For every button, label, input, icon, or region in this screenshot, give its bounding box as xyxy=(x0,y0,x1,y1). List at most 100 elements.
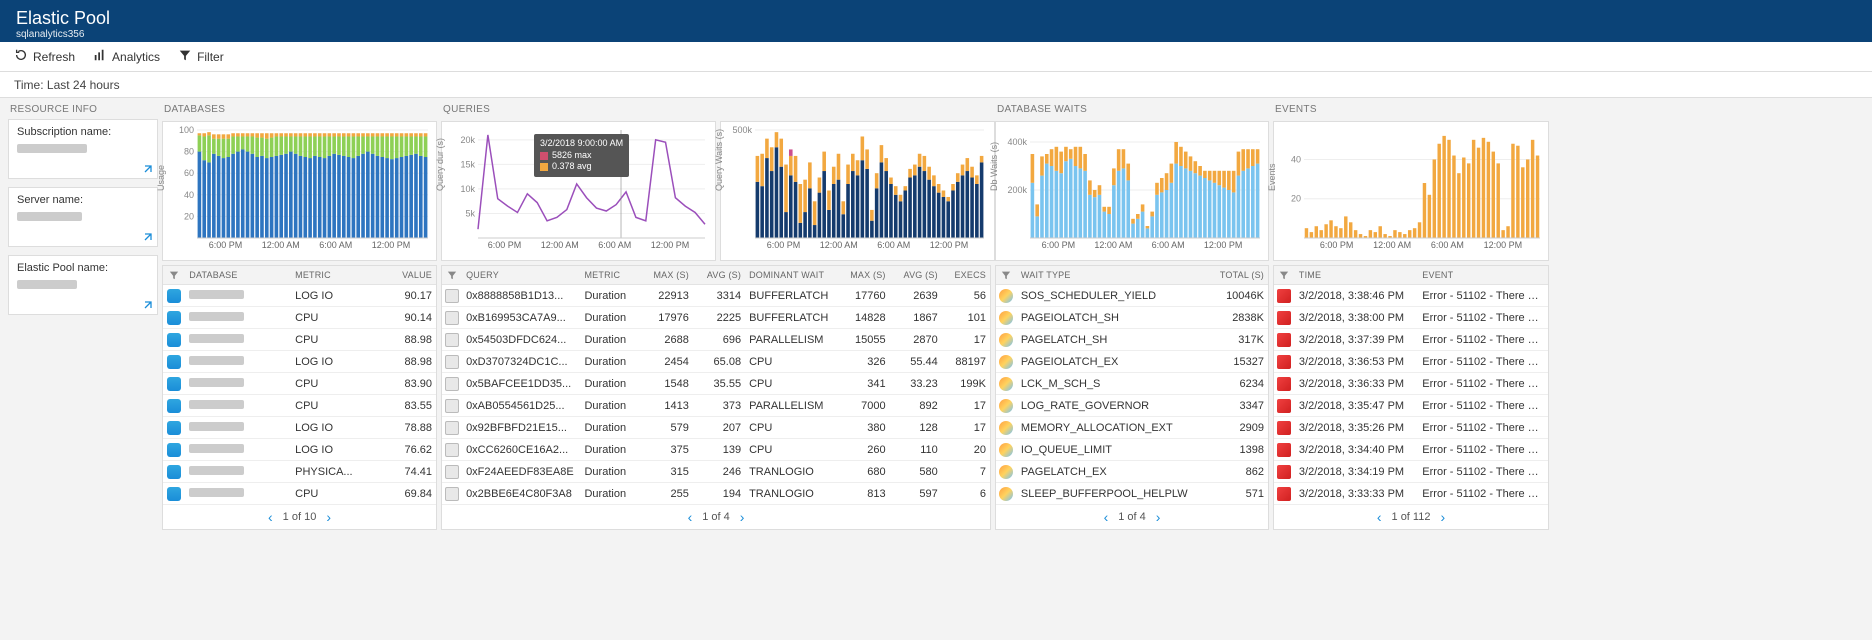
table-row[interactable]: 0xF24AEEDF83EA8E Duration 315 246 TRANLO… xyxy=(442,461,990,483)
filter-label: Filter xyxy=(197,50,224,64)
chart-tooltip: 3/2/2018 9:00:00 AM 5826 max 0.378 avg xyxy=(534,134,629,177)
redacted-db-name xyxy=(189,378,244,387)
open-external-icon[interactable] xyxy=(141,162,155,176)
queries-duration-chart[interactable]: 5k10k15k20k 6:00 PM12:00 AM6:00 AM12:00 … xyxy=(441,121,716,261)
table-row[interactable]: 3/2/2018, 3:33:33 PM Error - 51102 - The… xyxy=(1274,483,1548,505)
redacted-value xyxy=(17,280,77,289)
database-icon xyxy=(167,465,181,479)
event-icon xyxy=(1277,289,1291,303)
table-row[interactable]: PAGELATCH_EX 862 xyxy=(996,461,1268,483)
refresh-button[interactable]: Refresh xyxy=(14,48,75,65)
table-row[interactable]: CPU 69.84 xyxy=(163,483,436,505)
table-row[interactable]: 3/2/2018, 3:36:33 PM Error - 51102 - The… xyxy=(1274,373,1548,395)
events-chart[interactable]: 2040 6:00 PM12:00 AM6:00 AM12:00 PM Even… xyxy=(1273,121,1549,261)
events-pager-text: 1 of 112 xyxy=(1392,511,1431,523)
open-external-icon[interactable] xyxy=(141,298,155,312)
table-row[interactable]: PHYSICA... 74.41 xyxy=(163,461,436,483)
next-page-icon[interactable]: › xyxy=(326,509,331,525)
table-row[interactable]: LCK_M_SCH_S 6234 xyxy=(996,373,1268,395)
metric-cell: Duration xyxy=(580,417,640,439)
table-row[interactable]: 3/2/2018, 3:38:46 PM Error - 51102 - The… xyxy=(1274,285,1548,307)
wait-total-cell: 571 xyxy=(1195,483,1268,505)
next-page-icon[interactable]: › xyxy=(1440,509,1445,525)
table-row[interactable]: 3/2/2018, 3:36:53 PM Error - 51102 - The… xyxy=(1274,351,1548,373)
event-text-cell: Error - 51102 - There are n... xyxy=(1418,395,1548,417)
next-page-icon[interactable]: › xyxy=(740,509,745,525)
table-row[interactable]: LOG IO 76.62 xyxy=(163,439,436,461)
prev-page-icon[interactable]: ‹ xyxy=(688,509,693,525)
database-icon xyxy=(167,377,181,391)
wait-icon xyxy=(999,355,1013,369)
table-row[interactable]: 0x5BAFCEE1DD35... Duration 1548 35.55 CP… xyxy=(442,373,990,395)
table-row[interactable]: 0xCC6260CE16A2... Duration 375 139 CPU 2… xyxy=(442,439,990,461)
table-row[interactable]: CPU 90.14 xyxy=(163,307,436,329)
table-row[interactable]: CPU 83.55 xyxy=(163,395,436,417)
resource-card[interactable]: Server name: xyxy=(8,187,158,247)
table-row[interactable]: PAGELATCH_SH 317K xyxy=(996,329,1268,351)
table-row[interactable]: IO_QUEUE_LIMIT 1398 xyxy=(996,439,1268,461)
table-row[interactable]: MEMORY_ALLOCATION_EXT 2909 xyxy=(996,417,1268,439)
prev-page-icon[interactable]: ‹ xyxy=(268,509,273,525)
value-cell: 83.55 xyxy=(375,395,436,417)
table-row[interactable]: 3/2/2018, 3:34:19 PM Error - 51102 - The… xyxy=(1274,461,1548,483)
event-icon xyxy=(1277,333,1291,347)
table-row[interactable]: 3/2/2018, 3:34:40 PM Error - 51102 - The… xyxy=(1274,439,1548,461)
event-icon xyxy=(1277,399,1291,413)
table-row[interactable]: SOS_SCHEDULER_YIELD 10046K xyxy=(996,285,1268,307)
event-text-cell: Error - 51102 - There are n... xyxy=(1418,285,1548,307)
table-row[interactable]: 0x2BBE6E4C80F3A8 Duration 255 194 TRANLO… xyxy=(442,483,990,505)
open-external-icon[interactable] xyxy=(141,230,155,244)
wait-total-cell: 2838K xyxy=(1195,307,1268,329)
x-tick: 12:00 PM xyxy=(930,240,969,250)
table-row[interactable]: PAGEIOLATCH_EX 15327 xyxy=(996,351,1268,373)
prev-page-icon[interactable]: ‹ xyxy=(1377,509,1382,525)
table-row[interactable]: 0x8888858B1D13... Duration 22913 3314 BU… xyxy=(442,285,990,307)
table-row[interactable]: CPU 83.90 xyxy=(163,373,436,395)
wait-icon xyxy=(999,421,1013,435)
next-page-icon[interactable]: › xyxy=(1156,509,1161,525)
table-row[interactable]: 0xAB0554561D25... Duration 1413 373 PARA… xyxy=(442,395,990,417)
resource-card[interactable]: Elastic Pool name: xyxy=(8,255,158,315)
table-row[interactable]: 0xD3707324DC1C... Duration 2454 65.08 CP… xyxy=(442,351,990,373)
table-row[interactable]: 3/2/2018, 3:35:26 PM Error - 51102 - The… xyxy=(1274,417,1548,439)
query-cell: 0xAB0554561D25... xyxy=(462,395,580,417)
databases-pager: ‹ 1 of 10 › xyxy=(163,505,436,529)
resource-card-label: Elastic Pool name: xyxy=(17,262,149,274)
table-row[interactable]: CPU 88.98 xyxy=(163,329,436,351)
table-row[interactable]: 3/2/2018, 3:37:39 PM Error - 51102 - The… xyxy=(1274,329,1548,351)
table-row[interactable]: LOG IO 90.17 xyxy=(163,285,436,307)
table-row[interactable]: 0xB169953CA7A9... Duration 17976 2225 BU… xyxy=(442,307,990,329)
resource-card[interactable]: Subscription name: xyxy=(8,119,158,179)
table-row[interactable]: SLEEP_BUFFERPOOL_HELPLW 571 xyxy=(996,483,1268,505)
analytics-icon xyxy=(93,48,107,65)
event-time-cell: 3/2/2018, 3:36:33 PM xyxy=(1295,373,1418,395)
db-waits-chart[interactable]: 200k400k 6:00 PM12:00 AM6:00 AM12:00 PM … xyxy=(995,121,1269,261)
analytics-button[interactable]: Analytics xyxy=(93,48,160,65)
query-icon xyxy=(445,333,459,347)
x-tick: 6:00 AM xyxy=(319,240,352,250)
query-icon xyxy=(445,311,459,325)
wait-total-cell: 317K xyxy=(1195,329,1268,351)
wait-type-cell: PAGELATCH_SH xyxy=(1017,329,1195,351)
table-row[interactable]: 0x54503DFDC624... Duration 2688 696 PARA… xyxy=(442,329,990,351)
time-range[interactable]: Time: Last 24 hours xyxy=(0,72,1872,98)
metric-cell: LOG IO xyxy=(291,439,375,461)
wait-type-cell: PAGEIOLATCH_SH xyxy=(1017,307,1195,329)
x-tick: 6:00 AM xyxy=(598,240,631,250)
table-row[interactable]: PAGEIOLATCH_SH 2838K xyxy=(996,307,1268,329)
table-row[interactable]: 3/2/2018, 3:38:00 PM Error - 51102 - The… xyxy=(1274,307,1548,329)
query-waits-chart[interactable]: 500k 6:00 PM12:00 AM6:00 AM12:00 PM Quer… xyxy=(720,121,995,261)
table-row[interactable]: LOG IO 88.98 xyxy=(163,351,436,373)
filter-button[interactable]: Filter xyxy=(178,48,224,65)
table-row[interactable]: LOG_RATE_GOVERNOR 3347 xyxy=(996,395,1268,417)
event-text-cell: Error - 51102 - There are n... xyxy=(1418,307,1548,329)
wait-type-cell: PAGELATCH_EX xyxy=(1017,461,1195,483)
table-row[interactable]: 3/2/2018, 3:35:47 PM Error - 51102 - The… xyxy=(1274,395,1548,417)
databases-chart[interactable]: 20406080100 6:00 PM12:00 AM6:00 AM12:00 … xyxy=(162,121,437,261)
prev-page-icon[interactable]: ‹ xyxy=(1104,509,1109,525)
value-cell: 88.98 xyxy=(375,351,436,373)
value-cell: 88.98 xyxy=(375,329,436,351)
queries-pager: ‹ 1 of 4 › xyxy=(442,505,990,529)
table-row[interactable]: 0x92BFBFD21E15... Duration 579 207 CPU 3… xyxy=(442,417,990,439)
table-row[interactable]: LOG IO 78.88 xyxy=(163,417,436,439)
